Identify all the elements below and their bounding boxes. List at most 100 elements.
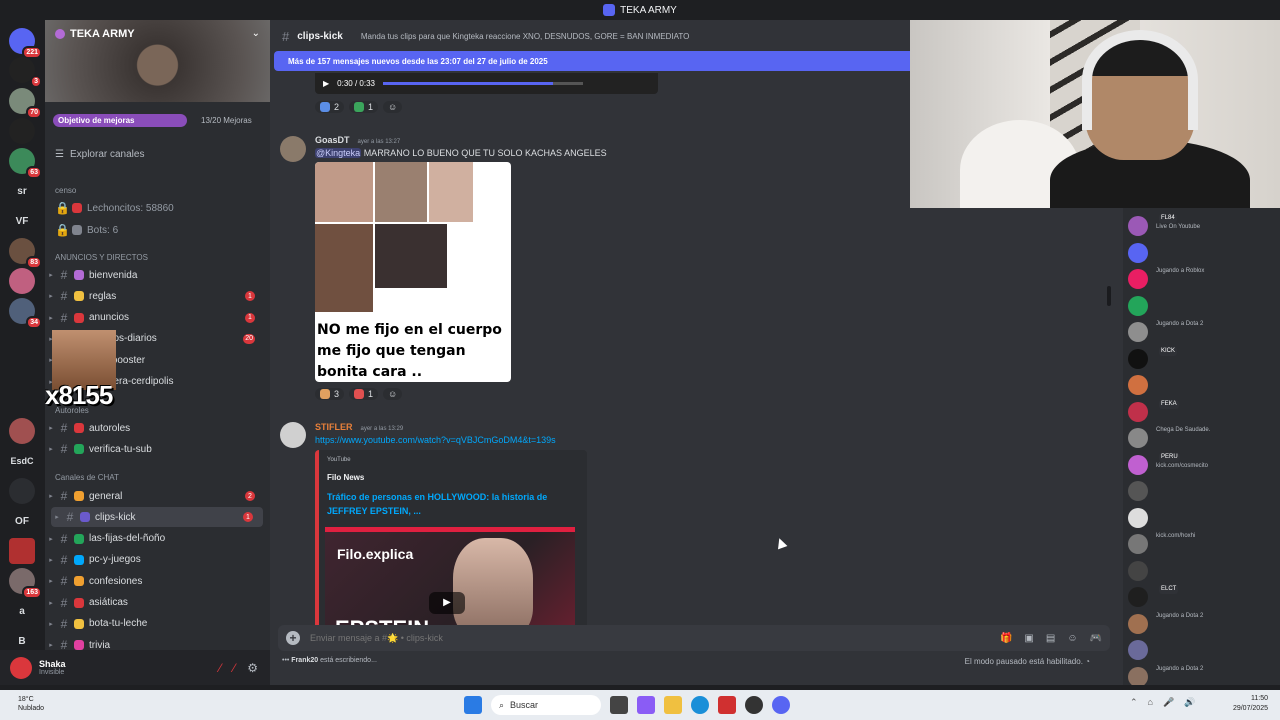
category-autoroles[interactable]: Autoroles <box>55 406 89 415</box>
member-item[interactable]: ELCT <box>1128 585 1278 609</box>
member-item[interactable]: kick.com/hoxhi <box>1128 532 1278 556</box>
chevron-right-icon[interactable]: ▸ <box>45 535 57 543</box>
channel-asiáticas[interactable]: ▸ # asiáticas <box>45 593 265 613</box>
chevron-right-icon[interactable]: ▸ <box>45 292 57 300</box>
emoji-icon[interactable]: ☺ <box>1067 633 1077 644</box>
channel-reglas[interactable]: ▸ # reglas 1 <box>45 286 265 306</box>
member-item[interactable]: KICK <box>1128 346 1278 371</box>
volume-icon[interactable]: 🔊 <box>1184 697 1195 708</box>
member-item[interactable] <box>1128 241 1278 265</box>
member-item[interactable]: Chega De Saudade. <box>1128 426 1278 450</box>
play-icon[interactable]: ▶ <box>429 592 465 614</box>
member-item[interactable] <box>1128 638 1278 662</box>
apps-icon[interactable]: 🎮 <box>1090 633 1102 644</box>
server-icon[interactable]: 163 <box>9 568 42 599</box>
server-icon-esdc[interactable]: EsdC <box>9 448 35 474</box>
chevron-right-icon[interactable]: ▸ <box>51 513 63 521</box>
add-reaction-button[interactable]: ☺ <box>383 388 403 400</box>
chevron-right-icon[interactable]: ▸ <box>45 424 57 432</box>
server-icon-a[interactable]: a <box>9 598 35 624</box>
member-item[interactable] <box>1128 294 1278 318</box>
chevron-right-icon[interactable]: ▸ <box>45 599 57 607</box>
edge-icon[interactable] <box>691 696 709 714</box>
new-messages-bar[interactable]: Más de 157 mensajes nuevos desde las 23:… <box>274 51 910 71</box>
category-anuncios[interactable]: ANUNCIOS Y DIRECTOS <box>55 253 148 262</box>
sticker-icon[interactable]: ▤ <box>1046 633 1055 644</box>
obs-icon[interactable] <box>745 696 763 714</box>
member-item[interactable] <box>1128 479 1278 503</box>
server-icon-of[interactable]: OF <box>9 508 35 534</box>
boost-goal[interactable]: Objetivo de mejoras 13/20 Mejoras <box>53 113 263 127</box>
chevron-right-icon[interactable]: ▸ <box>45 641 57 649</box>
server-icon[interactable] <box>9 478 35 504</box>
chevron-right-icon[interactable]: ▸ <box>45 556 57 564</box>
chevron-up-icon[interactable]: ⌃ <box>1130 697 1138 708</box>
microphone-icon[interactable]: 🎤 <box>1163 697 1174 708</box>
plus-icon[interactable]: + <box>286 631 300 645</box>
member-item[interactable]: FL84 Live On Youtube <box>1128 214 1278 238</box>
member-item[interactable]: FEKA <box>1128 399 1278 424</box>
embed-title[interactable]: Tráfico de personas en HOLLYWOOD: la his… <box>327 490 567 518</box>
avatar[interactable] <box>280 422 306 448</box>
category-censo[interactable]: censo <box>55 186 76 195</box>
server-icon[interactable] <box>9 538 35 564</box>
reaction[interactable]: 2 <box>315 101 345 113</box>
channel-clips-kick[interactable]: ▸ # clips-kick 1 <box>51 507 263 528</box>
server-icon[interactable]: 3 <box>9 57 42 88</box>
channel-confesiones[interactable]: ▸ # confesiones <box>45 571 265 591</box>
weather-widget[interactable]: 18°C Nublado <box>18 695 44 713</box>
member-item[interactable]: Jugando a Dota 2 <box>1128 612 1278 636</box>
channel-general[interactable]: ▸ # general 2 <box>45 486 265 506</box>
reaction[interactable]: 3 <box>315 388 345 400</box>
channel-topic[interactable]: Manda tus clips para que Kingteka reacci… <box>361 32 690 41</box>
video-progress[interactable] <box>382 82 583 85</box>
member-item[interactable]: Jugando a Dota 2 <box>1128 665 1278 685</box>
category-chat[interactable]: Canales de CHAT <box>55 473 119 482</box>
gift-icon[interactable]: 🎁 <box>1000 633 1012 644</box>
server-icon[interactable]: 34 <box>9 298 42 329</box>
channel-pc-y-juegos[interactable]: ▸ # pc-y-juegos <box>45 550 265 570</box>
server-header[interactable]: TEKA ARMY ⌄ <box>45 20 270 102</box>
member-item[interactable]: PERU kick.com/cosmecito <box>1128 452 1278 477</box>
taskbar-search[interactable]: ⌕ Buscar <box>491 695 601 715</box>
server-icon[interactable]: 70 <box>9 88 42 119</box>
member-item[interactable] <box>1128 373 1278 397</box>
network-icon[interactable]: ⌂ <box>1148 697 1153 708</box>
copilot-icon[interactable] <box>637 696 655 714</box>
message-author[interactable]: GoasDT ayer a las 13:27 <box>315 135 400 145</box>
chevron-right-icon[interactable]: ▸ <box>45 314 57 322</box>
user-mention[interactable]: @Kingteka <box>315 148 362 158</box>
reaction[interactable]: 1 <box>349 388 379 400</box>
message-author[interactable]: STIFLER ayer a las 13:29 <box>315 422 403 432</box>
mute-icon[interactable]: ⁄ <box>219 661 221 675</box>
embed-author[interactable]: Filo News <box>327 473 364 482</box>
gif-icon[interactable]: ▣ <box>1024 633 1033 644</box>
channel-anuncios[interactable]: ▸ # anuncios 1 <box>45 308 265 328</box>
add-reaction-button[interactable]: ☺ <box>383 101 403 113</box>
channel-bota-tu-leche[interactable]: ▸ # bota-tu-leche <box>45 614 265 634</box>
reaction[interactable]: 1 <box>349 101 379 113</box>
gear-icon[interactable]: ⚙ <box>247 661 258 675</box>
deafen-icon[interactable]: ⁄ <box>233 661 235 675</box>
avatar[interactable] <box>10 656 32 679</box>
channel-bienvenida[interactable]: ▸ # bienvenida <box>45 265 265 285</box>
video-player[interactable]: ▶ 0:30 / 0:33 <box>315 73 658 94</box>
server-icon[interactable] <box>9 418 35 444</box>
member-item[interactable] <box>1128 559 1278 583</box>
server-icon[interactable] <box>9 268 35 294</box>
member-item[interactable] <box>1128 506 1278 530</box>
server-icon[interactable]: 83 <box>9 238 42 269</box>
server-icon[interactable] <box>9 118 35 144</box>
direct-messages-icon[interactable]: 221 <box>9 28 42 59</box>
wps-icon[interactable] <box>718 696 736 714</box>
chevron-right-icon[interactable]: ▸ <box>45 492 57 500</box>
video-thumbnail[interactable]: Filo.explica EPSTEIN ▶ <box>325 527 575 640</box>
channel-las-fijas-del-ñoño[interactable]: ▸ # las-fijas-del-ñoño <box>45 529 265 549</box>
member-item[interactable]: Jugando a Roblox <box>1128 267 1278 291</box>
meme-image[interactable]: NO me fijo en el cuerpo me fijo que teng… <box>315 162 511 382</box>
explore-channels-button[interactable]: ☰ Explorar canales <box>55 149 144 160</box>
chevron-right-icon[interactable]: ▸ <box>45 271 57 279</box>
server-icon-vf[interactable]: VF <box>9 208 35 234</box>
windows-start-icon[interactable] <box>464 696 482 714</box>
clock[interactable]: 11:50 29/07/2025 <box>1228 694 1268 714</box>
